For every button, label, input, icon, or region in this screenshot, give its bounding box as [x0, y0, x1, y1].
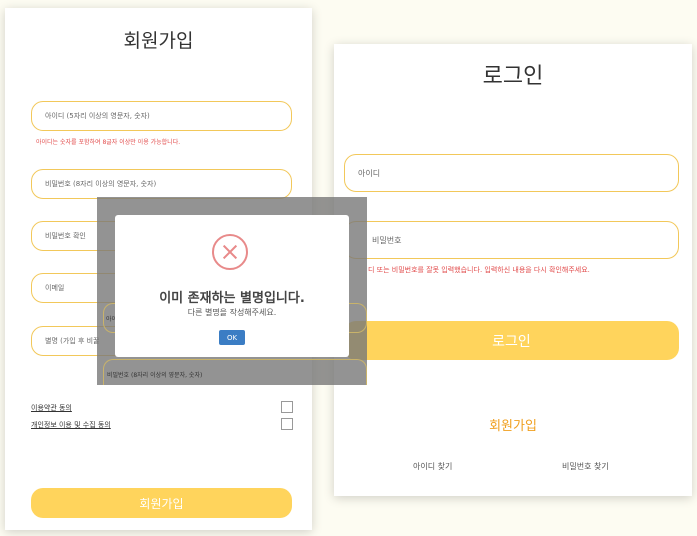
- find-id-link[interactable]: 아이디 찾기: [413, 461, 452, 472]
- privacy-label[interactable]: 개인정보 이용 및 수집 동의: [31, 420, 111, 430]
- error-x-icon: [212, 234, 248, 270]
- email-placeholder: 이메일: [45, 284, 65, 292]
- signup-button[interactable]: 회원가입: [31, 488, 292, 518]
- signup-title: 회원가입: [123, 30, 194, 52]
- login-title: 로그인: [482, 64, 544, 89]
- login-id-placeholder: 아이디: [358, 168, 381, 178]
- login-panel: 로그인 아이디 비밀번호 디 또는 비밀번호를 잘못 입력했습니다. 입력하신 …: [334, 44, 692, 496]
- id-field[interactable]: 아이디 (5자리 이상의 영문자, 숫자): [31, 101, 292, 131]
- login-password-field[interactable]: 비밀번호: [344, 221, 679, 259]
- terms-checkbox[interactable]: [281, 401, 293, 413]
- password-placeholder: 비밀번호 (8자리 이상의 영문자, 숫자): [45, 180, 157, 188]
- login-error-text: 디 또는 비밀번호를 잘못 입력했습니다. 입력하신 내용을 다시 확인해주세요…: [368, 266, 590, 274]
- nickname-placeholder: 별명 (가입 후 비꿀: [45, 337, 100, 345]
- modal-title: 이미 존재하는 별명입니다.: [159, 291, 305, 306]
- login-password-placeholder: 비밀번호: [372, 235, 402, 245]
- signup-link[interactable]: 회원가입: [334, 415, 692, 434]
- modal-message: 다른 별명을 작성해주세요.: [187, 308, 277, 317]
- privacy-checkbox[interactable]: [281, 418, 293, 430]
- id-placeholder: 아이디 (5자리 이상의 영문자, 숫자): [45, 112, 150, 120]
- find-password-link[interactable]: 비밀번호 찾기: [562, 461, 609, 472]
- password-confirm-placeholder: 비밀번호 확인: [45, 232, 86, 240]
- password-field[interactable]: 비밀번호 (8자리 이상의 영문자, 숫자): [31, 169, 292, 199]
- login-button[interactable]: 로그인: [344, 321, 679, 360]
- terms-label[interactable]: 이용약관 동의: [31, 403, 72, 413]
- overlay-bottom-label: 비밀번호 (8자리 이상의 영문자, 숫자): [107, 372, 203, 379]
- id-error-text: 아이디는 숫자를 포함하여 8글자 이상만 이용 가능합니다.: [36, 139, 181, 146]
- login-id-field[interactable]: 아이디: [344, 154, 679, 192]
- terms-agree-row: 이용약관 동의: [31, 401, 293, 415]
- privacy-agree-row: 개인정보 이용 및 수집 동의: [31, 418, 293, 432]
- ok-button[interactable]: OK: [219, 330, 245, 345]
- alert-modal: 이미 존재하는 별명입니다. 다른 별명을 작성해주세요. OK: [115, 215, 349, 357]
- overlay-right-field: [349, 303, 367, 333]
